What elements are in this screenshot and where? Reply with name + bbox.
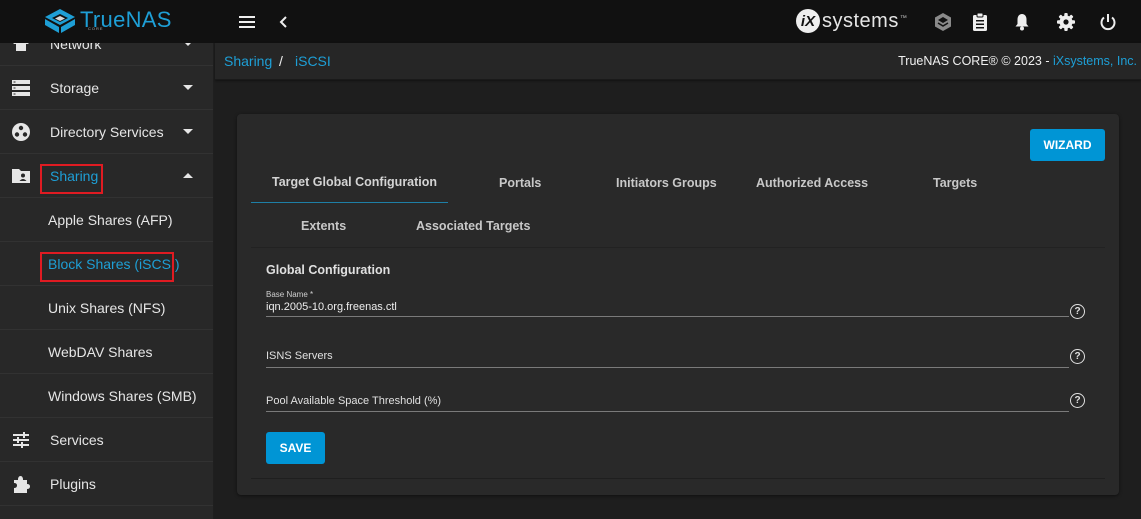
base-name-label: Base Name * [266,290,314,299]
copyright-text: TrueNAS CORE® © 2023 - iXsystems, Inc. [898,54,1137,68]
chevron-left-icon [279,16,287,28]
help-icon[interactable]: ? [1070,304,1085,319]
truenas-logo-icon [45,9,75,33]
base-name-field[interactable]: Base Name * iqn.2005-10.org.freenas.ctl [266,290,1069,317]
ixsystems-link[interactable]: iXsystems, Inc. [1053,54,1137,68]
bell-icon [1015,14,1029,31]
truecommand-button[interactable] [931,10,955,34]
sidebar-item-label: Plugins [50,475,96,492]
directory-services-icon [10,121,32,143]
ix-logo-mark: iX [796,9,820,33]
sidebar-subitem-label: WebDAV Shares [48,343,153,360]
ix-logo-text: systems [822,9,899,32]
isns-servers-field[interactable]: ISNS Servers [266,348,1069,368]
puzzle-icon [10,473,32,495]
tabs-divider [251,247,1105,248]
field-underline [266,411,1069,412]
folder-shared-icon [10,165,32,187]
card-divider [251,478,1105,479]
tab-associated-targets[interactable]: Associated Targets [416,219,530,233]
sidebar-item-label: Network [50,43,102,52]
sidebar-subitem-smb[interactable]: Windows Shares (SMB) [0,374,213,418]
power-icon [1100,14,1116,31]
ixsystems-logo[interactable]: iX systems ™ [796,9,907,33]
sidebar-item-directory-services[interactable]: Directory Services [0,110,213,154]
sidebar: Network Storage Directory Services Shari… [0,43,214,519]
sidebar-item-label: Storage [50,79,100,96]
tab-target-global-configuration[interactable]: Target Global Configuration [272,175,437,189]
sliders-icon [10,429,32,451]
help-icon[interactable]: ? [1070,349,1085,364]
sidebar-item-label: Services [50,431,104,448]
breadcrumb-bar: Sharing / iSCSI TrueNAS CORE® © 2023 - i… [215,43,1141,80]
gear-icon [1057,13,1075,31]
breadcrumb-separator: / [279,53,283,69]
tab-authorized-access[interactable]: Authorized Access [756,176,868,190]
pool-threshold-input[interactable]: Pool Available Space Threshold (%) [266,395,1069,407]
trademark-symbol: ™ [899,15,907,22]
chevron-up-icon [183,173,193,178]
iscsi-card: WIZARD Target Global Configuration Porta… [237,114,1119,495]
sidebar-item-label: Directory Services [50,123,164,140]
sidebar-subitem-label: Apple Shares (AFP) [48,211,173,228]
truenas-logo[interactable]: TrueNAS [44,7,172,34]
section-title: Global Configuration [266,263,391,277]
chevron-down-icon [183,43,193,46]
chevron-down-icon [183,85,193,90]
task-manager-button[interactable] [968,10,992,34]
help-icon[interactable]: ? [1070,393,1085,408]
active-tab-indicator [251,202,448,203]
hamburger-menu-icon [239,16,255,28]
sidebar-subitem-afp[interactable]: Apple Shares (AFP) [0,198,213,242]
top-bar: TrueNAS CORE iX systems ™ [0,0,1141,43]
breadcrumb-sharing-link[interactable]: Sharing [224,53,272,69]
sidebar-item-label: Sharing [50,167,99,184]
hamburger-menu-button[interactable] [235,10,259,34]
tab-targets[interactable]: Targets [933,176,977,190]
save-button[interactable]: SAVE [266,432,325,464]
storage-icon [10,77,32,99]
truecommand-icon [935,13,951,31]
sidebar-item-plugins[interactable]: Plugins [0,462,213,506]
field-underline [266,367,1069,368]
sidebar-subitem-label: Unix Shares (NFS) [48,299,166,316]
sidebar-item-sharing[interactable]: Sharing [0,154,213,198]
pool-threshold-field[interactable]: Pool Available Space Threshold (%) [266,393,1069,412]
sidebar-subitem-webdav[interactable]: WebDAV Shares [0,330,213,374]
sidebar-item-network[interactable]: Network [0,43,213,66]
sidebar-subitem-label: Windows Shares (SMB) [48,387,197,404]
base-name-input[interactable]: iqn.2005-10.org.freenas.ctl [266,301,1069,313]
wizard-button[interactable]: WIZARD [1030,129,1105,161]
network-icon [10,43,32,55]
tab-portals[interactable]: Portals [499,176,541,190]
sidebar-item-storage[interactable]: Storage [0,66,213,110]
isns-servers-input[interactable]: ISNS Servers [266,350,1069,362]
sidebar-subitem-label: Block Shares (iSCSI) [48,255,180,272]
chevron-down-icon [183,129,193,134]
tab-initiators-groups[interactable]: Initiators Groups [616,176,717,190]
notifications-button[interactable] [1010,10,1034,34]
copyright-label: TrueNAS CORE® © 2023 - [898,54,1053,68]
sidebar-item-services[interactable]: Services [0,418,213,462]
settings-button[interactable] [1054,10,1078,34]
clipboard-icon [973,12,987,31]
power-button[interactable] [1096,10,1120,34]
sidebar-subitem-iscsi[interactable]: Block Shares (iSCSI) [0,242,213,286]
sidebar-subitem-nfs[interactable]: Unix Shares (NFS) [0,286,213,330]
collapse-sidebar-button[interactable] [271,10,295,34]
logo-subtext: CORE [88,26,104,31]
field-underline [266,316,1069,317]
breadcrumb-current: iSCSI [295,53,331,69]
tab-extents[interactable]: Extents [301,219,346,233]
